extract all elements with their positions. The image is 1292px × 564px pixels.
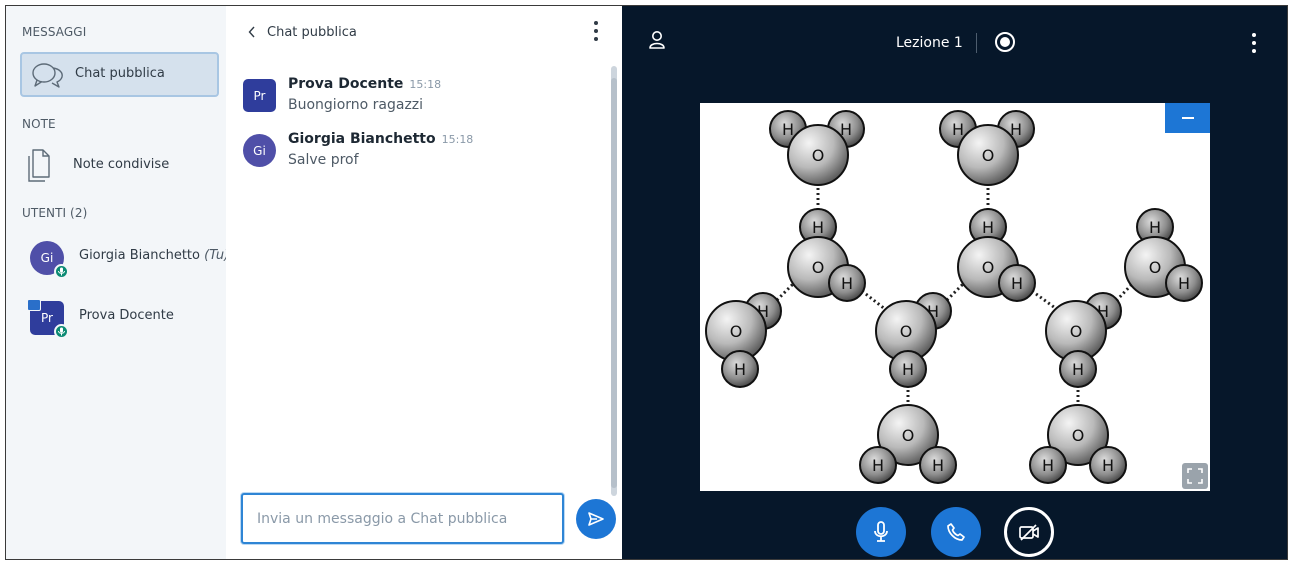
svg-text:O: O (1149, 258, 1162, 277)
fullscreen-icon (1187, 468, 1203, 484)
shared-notes-label: Note condivise (73, 157, 170, 172)
chat-header: Chat pubblica (226, 6, 622, 58)
svg-text:H: H (932, 456, 944, 475)
minimize-presentation-button[interactable] (1165, 103, 1210, 133)
svg-text:O: O (982, 146, 995, 165)
svg-text:H: H (812, 218, 824, 237)
svg-text:H: H (734, 360, 746, 379)
user-name: Prova Docente (79, 308, 174, 323)
svg-text:H: H (1178, 274, 1190, 293)
svg-text:O: O (1070, 322, 1083, 341)
chat-scrollbar[interactable] (611, 66, 617, 496)
user-list-item[interactable]: Gi Giorgia Bianchetto (Tu) (6, 239, 230, 283)
hydrogen-atom: H (828, 264, 866, 302)
scrollbar-thumb[interactable] (611, 78, 617, 488)
chevron-left-icon[interactable] (248, 26, 256, 42)
oxygen-atom: O (787, 124, 849, 186)
record-icon[interactable] (995, 32, 1015, 52)
hydrogen-atom: H (1059, 350, 1097, 388)
message-time: 15:18 (441, 133, 474, 146)
notes-section-title: NOTE (22, 117, 56, 131)
hydrogen-atom: H (1029, 446, 1067, 484)
user-list-item[interactable]: Pr Prova Docente (6, 299, 226, 343)
user-icon[interactable] (648, 30, 666, 54)
message-text: Salve prof (288, 152, 359, 168)
chat-message: Gi Giorgia Bianchetto 15:18 Salve prof (243, 131, 583, 175)
hydrogen-atom: H (859, 446, 897, 484)
svg-text:H: H (1042, 456, 1054, 475)
svg-text:H: H (1011, 274, 1023, 293)
user-list-sidebar: MESSAGGI Chat pubblica NOTE Note condivi… (6, 6, 230, 559)
presentation-area: Lezione 1 HHOHHOHOHHOHHOHHOHHOHHOHOHHOHH (622, 6, 1287, 559)
svg-text:O: O (730, 322, 743, 341)
avatar: Pr (243, 79, 276, 112)
fullscreen-button[interactable] (1182, 463, 1208, 489)
microphone-button[interactable] (856, 507, 906, 557)
more-vertical-icon[interactable] (1250, 33, 1258, 53)
messages-section-title: MESSAGGI (22, 25, 87, 39)
sidebar-item-public-chat[interactable]: Chat pubblica (20, 52, 219, 97)
svg-text:H: H (841, 274, 853, 293)
message-author: Giorgia Bianchetto 15:18 (288, 131, 474, 147)
presentation-slide: HHOHHOHOHHOHHOHHOHHOHHOHOHHOHH (700, 103, 1210, 491)
message-author: Prova Docente 15:18 (288, 76, 442, 92)
svg-text:H: H (902, 360, 914, 379)
hydrogen-atom: H (1165, 264, 1203, 302)
oxygen-atom: O (957, 124, 1019, 186)
chat-title[interactable]: Chat pubblica (267, 25, 357, 40)
hydrogen-atom: H (919, 446, 957, 484)
presentation-title: Lezione 1 (896, 35, 963, 51)
svg-text:O: O (812, 258, 825, 277)
public-chat-label: Chat pubblica (75, 66, 165, 81)
svg-text:H: H (872, 456, 884, 475)
sidebar-item-shared-notes[interactable]: Note condivise (6, 144, 226, 188)
svg-text:H: H (1149, 218, 1161, 237)
svg-text:H: H (1072, 360, 1084, 379)
svg-text:H: H (1102, 456, 1114, 475)
camera-button[interactable] (1004, 507, 1054, 557)
chat-panel: Chat pubblica Pr Prova Docente 15:18 Buon… (226, 6, 622, 559)
message-input[interactable] (243, 495, 562, 542)
svg-text:O: O (812, 146, 825, 165)
send-button[interactable] (576, 499, 616, 539)
svg-text:O: O (1072, 426, 1085, 445)
user-name: Giorgia Bianchetto (Tu) (79, 248, 230, 263)
hydrogen-atom: H (721, 350, 759, 388)
hydrogen-atom: H (889, 350, 927, 388)
message-input-box (241, 493, 564, 544)
camera-off-icon (1019, 524, 1039, 541)
chat-message: Pr Prova Docente 15:18 Buongiorno ragazzi (243, 76, 583, 120)
app-window: MESSAGGI Chat pubblica NOTE Note condivi… (5, 5, 1288, 560)
users-section-title: UTENTI (2) (22, 206, 88, 220)
presenter-icon (27, 299, 41, 311)
svg-text:O: O (982, 258, 995, 277)
svg-text:H: H (782, 120, 794, 139)
avatar: Gi (243, 134, 276, 167)
svg-text:H: H (982, 218, 994, 237)
phone-icon (947, 523, 965, 541)
chat-bubbles-icon (31, 61, 65, 93)
svg-text:H: H (952, 120, 964, 139)
hydrogen-atom: H (1089, 446, 1127, 484)
message-text: Buongiorno ragazzi (288, 97, 424, 113)
water-molecules-drawing: H HOH HOHOHHOHHOHHOHHOHHOHOH HOH H (705, 110, 1203, 484)
microphone-icon (874, 521, 888, 542)
phone-button[interactable] (931, 507, 981, 557)
notes-document-icon (26, 147, 52, 187)
voice-status-icon (54, 264, 69, 279)
minimize-icon (1181, 117, 1194, 119)
svg-text:O: O (900, 322, 913, 341)
title-divider (976, 33, 977, 53)
more-vertical-icon[interactable] (592, 21, 600, 41)
message-time: 15:18 (409, 78, 442, 91)
svg-text:O: O (902, 426, 915, 445)
hydrogen-atom: H (998, 264, 1036, 302)
voice-status-icon (54, 324, 69, 339)
send-icon (588, 512, 604, 526)
